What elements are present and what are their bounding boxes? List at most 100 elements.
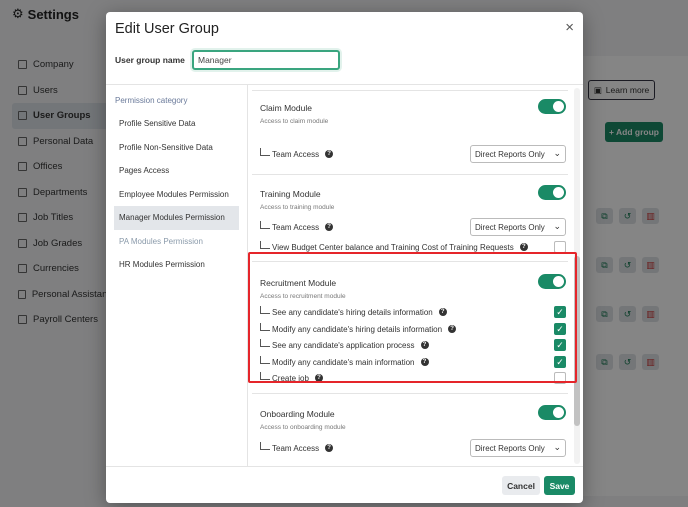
sidebar-item-personal-assistant[interactable]: Personal Assistant — [0, 282, 110, 308]
user-group-name-label: User group name — [115, 55, 185, 65]
training-module-subtitle: Access to training module — [260, 204, 335, 211]
training-budget-checkbox[interactable] — [554, 241, 566, 253]
help-icon[interactable]: ? — [448, 325, 457, 333]
module-separator — [252, 261, 568, 262]
add-group-button[interactable]: + Add group — [605, 122, 663, 142]
onboarding-team-access-select[interactable]: Direct Reports Only ⌄ — [470, 439, 566, 457]
sidebar-item-company[interactable]: Company — [0, 52, 110, 78]
category-pages-access[interactable]: Pages Access — [114, 159, 239, 183]
briefcase-icon — [18, 213, 27, 223]
sidebar-item-payroll-centers[interactable]: Payroll Centers — [0, 307, 110, 333]
trash-icon[interactable]: ▥ — [642, 354, 659, 370]
copy-icon[interactable]: ⧉ — [596, 257, 613, 273]
history-icon[interactable]: ↺ — [619, 208, 636, 224]
sidebar-item-job-grades[interactable]: Job Grades — [0, 231, 110, 257]
book-icon: ▣ — [593, 84, 602, 95]
sidebar-item-job-titles[interactable]: Job Titles — [0, 205, 110, 231]
recruitment-checkbox-create-job[interactable] — [554, 372, 566, 384]
category-profile-sensitive-data[interactable]: Profile Sensitive Data — [114, 112, 239, 136]
help-icon[interactable]: ? — [314, 374, 323, 382]
history-icon[interactable]: ↺ — [619, 306, 636, 322]
cancel-button[interactable]: Cancel — [502, 476, 540, 495]
sidebar-item-users[interactable]: Users — [0, 78, 110, 104]
sidebar-item-personal-data[interactable]: Personal Data — [0, 129, 110, 155]
help-icon[interactable]: ? — [420, 341, 429, 349]
edit-user-group-modal: Edit User Group × User group name Permis… — [106, 12, 583, 503]
learn-more-button[interactable]: ▣ Learn more — [588, 80, 655, 100]
help-icon[interactable]: ? — [325, 223, 334, 231]
tree-connector — [260, 305, 270, 314]
onboarding-module-toggle[interactable] — [538, 405, 566, 420]
user-group-name-input[interactable] — [192, 50, 340, 70]
help-icon[interactable]: ? — [438, 308, 447, 316]
trash-icon[interactable]: ▥ — [642, 257, 659, 273]
category-profile-non-sensitive-data[interactable]: Profile Non-Sensitive Data — [114, 136, 239, 160]
permission-category-label: Permission category — [115, 96, 188, 105]
row-actions: ⧉ ↺ ▥ — [596, 208, 659, 224]
row-actions: ⧉ ↺ ▥ — [596, 354, 659, 370]
close-icon[interactable]: × — [565, 18, 574, 38]
help-icon[interactable]: ? — [325, 150, 334, 158]
modal-title: Edit User Group — [115, 21, 219, 37]
recruitment-item-row: Modify any candidate's main information … — [260, 354, 568, 370]
onboarding-module-title: Onboarding Module — [260, 409, 335, 419]
tree-connector — [260, 240, 270, 249]
copy-icon[interactable]: ⧉ — [596, 354, 613, 370]
building-icon — [18, 60, 27, 70]
category-hr-modules[interactable]: HR Modules Permission — [114, 253, 239, 277]
tree-connector — [260, 220, 270, 229]
claim-module-title: Claim Module — [260, 103, 312, 113]
recruitment-checkbox-modify-hiring[interactable]: ✓ — [554, 323, 566, 335]
sidebar-item-user-groups[interactable]: User Groups — [12, 103, 110, 129]
id-card-icon — [18, 136, 27, 146]
help-icon[interactable]: ? — [420, 358, 429, 366]
trash-icon[interactable]: ▥ — [642, 208, 659, 224]
tree-connector — [260, 338, 270, 347]
copy-icon[interactable]: ⧉ — [596, 208, 613, 224]
row-actions: ⧉ ↺ ▥ — [596, 257, 659, 273]
category-manager-modules[interactable]: Manager Modules Permission — [114, 206, 239, 230]
departments-icon — [18, 187, 27, 197]
category-pa-modules: PA Modules Permission — [119, 236, 203, 246]
chevron-down-icon: ⌄ — [553, 148, 561, 158]
row-actions: ⧉ ↺ ▥ — [596, 306, 659, 322]
trash-icon[interactable]: ▥ — [642, 306, 659, 322]
users-icon — [18, 85, 27, 95]
app-sidebar: Company Users User Groups Personal Data … — [0, 52, 110, 333]
tree-connector — [260, 371, 270, 380]
claim-module-toggle[interactable] — [538, 99, 566, 114]
tree-connector — [260, 322, 270, 331]
training-team-access-select[interactable]: Direct Reports Only ⌄ — [470, 218, 566, 236]
assistant-icon — [18, 289, 26, 299]
training-module-toggle[interactable] — [538, 185, 566, 200]
exchange-icon — [18, 264, 27, 274]
module-separator — [252, 174, 568, 175]
claim-module-subtitle: Access to claim module — [260, 118, 329, 125]
save-button[interactable]: Save — [544, 476, 575, 495]
category-employee-modules[interactable]: Employee Modules Permission — [114, 183, 239, 207]
history-icon[interactable]: ↺ — [619, 257, 636, 273]
user-groups-icon — [18, 111, 27, 121]
training-module-title: Training Module — [260, 189, 321, 199]
recruitment-module-toggle[interactable] — [538, 274, 566, 289]
help-icon[interactable]: ? — [519, 243, 528, 251]
chevron-down-icon: ⌄ — [553, 221, 561, 231]
permission-category-list: Permission category Profile Sensitive Da… — [114, 94, 239, 277]
scrollbar-thumb[interactable] — [574, 256, 580, 426]
claim-team-access-select[interactable]: Direct Reports Only ⌄ — [470, 145, 566, 163]
footer-divider — [106, 466, 583, 467]
recruitment-checkbox-modify-main[interactable]: ✓ — [554, 356, 566, 368]
copy-icon[interactable]: ⧉ — [596, 306, 613, 322]
recruitment-module-title: Recruitment Module — [260, 278, 337, 288]
recruitment-item-row: Create job ? — [260, 370, 568, 386]
sidebar-item-departments[interactable]: Departments — [0, 180, 110, 206]
sidebar-item-currencies[interactable]: Currencies — [0, 256, 110, 282]
recruitment-checkbox-see-hiring[interactable]: ✓ — [554, 306, 566, 318]
grade-icon — [18, 238, 27, 248]
help-icon[interactable]: ? — [325, 444, 334, 452]
sidebar-item-offices[interactable]: Offices — [0, 154, 110, 180]
tree-connector — [260, 355, 270, 364]
office-icon — [18, 162, 27, 172]
recruitment-checkbox-see-application[interactable]: ✓ — [554, 339, 566, 351]
history-icon[interactable]: ↺ — [619, 354, 636, 370]
